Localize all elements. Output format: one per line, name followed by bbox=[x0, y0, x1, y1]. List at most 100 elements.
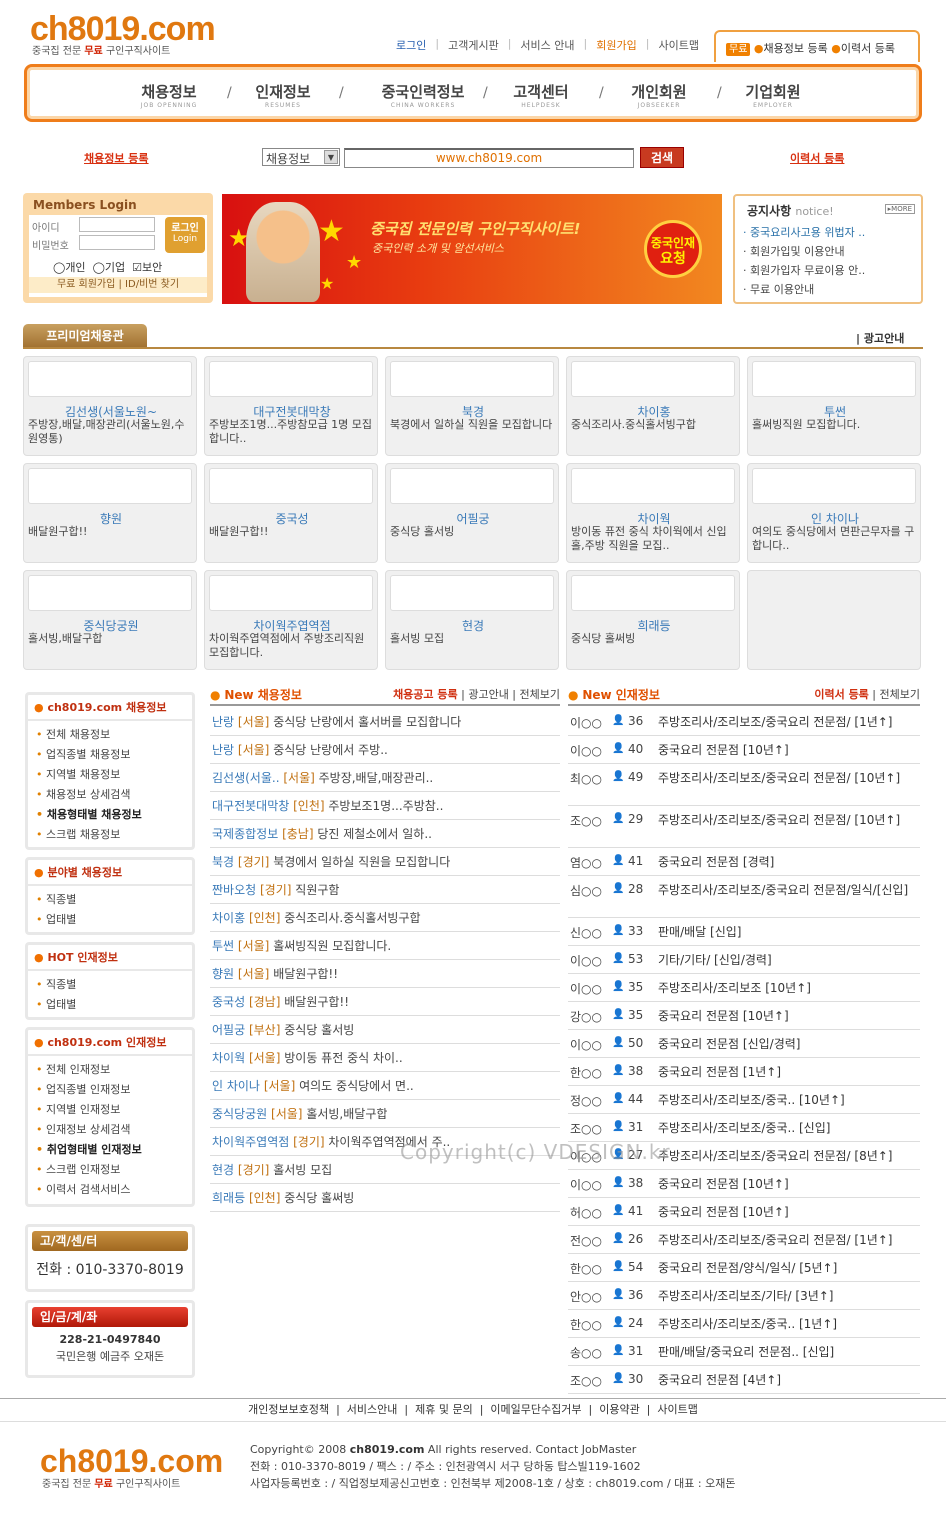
talent-job[interactable]: 주방조리사/조리보조/중국.. [신입] bbox=[658, 1119, 918, 1137]
nav-jobs[interactable]: 채용정보 JOB OPENNING bbox=[119, 81, 219, 109]
footer-link[interactable]: 개인정보보호정책 bbox=[248, 1403, 329, 1416]
company-logo[interactable]: banner bbox=[28, 468, 192, 504]
job-row[interactable]: 중식당궁원 [서울] 홀서빙,배달구합 bbox=[210, 1100, 560, 1128]
view-all-talents-link[interactable]: 전체보기 bbox=[880, 688, 920, 701]
company-logo[interactable]: logo-boat bbox=[28, 361, 192, 397]
nav-jobseeker[interactable]: 개인회원 JOBSEEKER bbox=[609, 81, 709, 109]
premium-card[interactable]: small-banner현경홀서빙 모집 bbox=[385, 570, 559, 670]
job-desc[interactable]: 주방보조1명...주방참모급 1명 모집합니다.. bbox=[209, 418, 375, 446]
job-desc[interactable]: 홀써빙직원 모집합니다. bbox=[752, 418, 918, 432]
job-company[interactable]: 김선생(서울.. bbox=[212, 771, 280, 785]
job-title[interactable]: 주방보조1명...주방참.. bbox=[328, 799, 443, 813]
job-company[interactable]: 희래등 bbox=[212, 1191, 245, 1205]
resume-register-link[interactable]: 이력서 등록 bbox=[814, 688, 868, 701]
job-desc[interactable]: 배달원구합!! bbox=[209, 525, 375, 539]
notice-item[interactable]: · 회원가입자 무료이용 안.. bbox=[743, 262, 865, 278]
company-logo[interactable]: banner bbox=[571, 575, 735, 611]
company-logo[interactable]: small-banner bbox=[390, 575, 554, 611]
talent-job[interactable]: 주방조리사/조리보조/중국.. [10년↑] bbox=[658, 1091, 918, 1109]
job-company[interactable]: 차이웍 bbox=[212, 1051, 245, 1065]
job-row[interactable]: 차이홍 [인천] 중식조리사.중식홀서빙구합 bbox=[210, 904, 560, 932]
menu-item[interactable]: 전체 인재정보 bbox=[36, 1060, 184, 1080]
company-logo[interactable]: LOGO bbox=[209, 361, 373, 397]
talent-job[interactable]: 판매/배달/중국요리 전문점.. [신입] bbox=[658, 1343, 918, 1361]
menu-item[interactable]: 이력서 검색서비스 bbox=[36, 1180, 184, 1200]
job-row[interactable]: 향원 [서울] 배달원구합!! bbox=[210, 960, 560, 988]
service-link[interactable]: 서비스 안내 bbox=[520, 37, 574, 53]
company-logo[interactable]: banner bbox=[752, 361, 916, 397]
login-link[interactable]: 로그인 bbox=[396, 37, 426, 53]
search-button[interactable]: 검색 bbox=[640, 147, 684, 168]
job-company[interactable]: 어필궁 bbox=[212, 1023, 245, 1037]
menu-item[interactable]: 지역별 채용정보 bbox=[36, 765, 184, 785]
menu-item[interactable]: 채용정보 상세검색 bbox=[36, 785, 184, 805]
nav-resumes[interactable]: 인재정보 RESUMES bbox=[233, 81, 333, 109]
menu-item[interactable]: 스크랩 인재정보 bbox=[36, 1160, 184, 1180]
talent-job[interactable]: 주방조리사/조리보조/중국요리 전문점/ [1년↑] bbox=[658, 1231, 918, 1249]
job-desc[interactable]: 중식당 홀써빙 bbox=[571, 632, 737, 646]
more-button[interactable]: ▸MORE bbox=[884, 204, 915, 214]
menu-item[interactable]: 인재정보 상세검색 bbox=[36, 1120, 184, 1140]
job-company[interactable]: 차이홍 bbox=[212, 911, 245, 925]
ad-info-link[interactable]: 광고안내 bbox=[468, 688, 508, 701]
job-row[interactable]: 차이웍 [서울] 방이동 퓨전 중식 차이.. bbox=[210, 1044, 560, 1072]
nav-china-workers[interactable]: 중국인력정보 CHINA WORKERS bbox=[363, 81, 483, 109]
job-company[interactable]: 짠바오청 bbox=[212, 883, 256, 897]
premium-card[interactable]: 中國城중국성배달원구합!! bbox=[204, 463, 378, 563]
job-row[interactable]: 어필궁 [부산] 중식당 홀서빙 bbox=[210, 1016, 560, 1044]
job-desc[interactable]: 홀서빙,배달구합 bbox=[28, 632, 194, 646]
premium-tab[interactable]: 프리미엄채용관 bbox=[23, 324, 147, 348]
job-company[interactable]: 난랑 bbox=[212, 743, 234, 757]
talent-job[interactable]: 중국요리 전문점 [경력] bbox=[658, 853, 918, 871]
job-row[interactable]: 투썬 [서울] 홀써빙직원 모집합니다. bbox=[210, 932, 560, 960]
job-row[interactable]: 인 차이나 [서울] 여의도 중식당에서 면.. bbox=[210, 1072, 560, 1100]
company-logo[interactable]: banner bbox=[390, 361, 554, 397]
board-link[interactable]: 고객게시판 bbox=[448, 37, 499, 53]
talent-job[interactable]: 중국요리 전문점/양식/일식/ [5년↑] bbox=[658, 1259, 918, 1277]
job-row[interactable]: 김선생(서울.. [서울] 주방장,배달,매장관리.. bbox=[210, 764, 560, 792]
job-company[interactable]: 향원 bbox=[212, 967, 234, 981]
sitemap-link[interactable]: 사이트맵 bbox=[658, 37, 698, 53]
job-company[interactable]: 투썬 bbox=[212, 939, 234, 953]
talent-row[interactable]: 조○○ 👤 31 주방조리사/조리보조/중국.. [신입] bbox=[568, 1114, 920, 1142]
talent-row[interactable]: 이○○ 👤 35 주방조리사/조리보조 [10년↑] bbox=[568, 974, 920, 1002]
notice-item[interactable]: · 무료 이용안내 bbox=[743, 281, 865, 297]
premium-card[interactable]: banner차이홍중식조리사.중식홀서빙구합 bbox=[566, 356, 740, 456]
notice-item[interactable]: · 중국요리사고용 위법자 .. bbox=[743, 224, 865, 240]
talent-row[interactable]: 한○○ 👤 38 중국요리 전문점 [1년↑] bbox=[568, 1058, 920, 1086]
password-field[interactable] bbox=[79, 235, 155, 250]
job-company[interactable]: 난랑 bbox=[212, 715, 234, 729]
premium-card[interactable]: banner희래등중식당 홀써빙 bbox=[566, 570, 740, 670]
company-logo[interactable]: banner bbox=[571, 361, 735, 397]
job-title[interactable]: 배달원구합!! bbox=[284, 995, 349, 1009]
menu-item[interactable]: 업태별 bbox=[36, 910, 184, 930]
talent-job[interactable]: 중국요리 전문점 [4년↑] bbox=[658, 1371, 918, 1389]
talent-row[interactable]: 이○○ 👤 38 중국요리 전문점 [10년↑] bbox=[568, 1170, 920, 1198]
job-title[interactable]: 북경에서 일하실 직원을 모집합니다 bbox=[273, 855, 450, 869]
talent-job[interactable]: 기타/기타/ [신입/경력] bbox=[658, 951, 918, 969]
talent-row[interactable]: 송○○ 👤 31 판매/배달/중국요리 전문점.. [신입] bbox=[568, 1338, 920, 1366]
job-desc[interactable]: 여의도 중식당에서 면판근무자를 구합니다.. bbox=[752, 525, 918, 553]
menu-item[interactable]: 직종별 bbox=[36, 975, 184, 995]
id-field[interactable] bbox=[79, 217, 155, 232]
job-title[interactable]: 주방장,배달,매장관리.. bbox=[319, 771, 434, 785]
menu-item[interactable]: 업직종별 인재정보 bbox=[36, 1080, 184, 1100]
menu-item[interactable]: 업태별 bbox=[36, 995, 184, 1015]
menu-item[interactable]: 전체 채용정보 bbox=[36, 725, 184, 745]
menu-item[interactable]: 지역별 인재정보 bbox=[36, 1100, 184, 1120]
talent-row[interactable]: 강○○ 👤 35 중국요리 전문점 [10년↑] bbox=[568, 1002, 920, 1030]
footer-link[interactable]: 이용약관 bbox=[599, 1403, 639, 1416]
premium-card[interactable]: banner북경북경에서 일하실 직원을 모집합니다 bbox=[385, 356, 559, 456]
premium-card[interactable]: banner중식당궁원홀서빙,배달구합 bbox=[23, 570, 197, 670]
request-talent-button[interactable]: 중국인재 요청 bbox=[644, 220, 702, 278]
talent-job[interactable]: 판매/배달 [신입] bbox=[658, 923, 918, 941]
job-title[interactable]: 홀써빙직원 모집합니다. bbox=[273, 939, 391, 953]
premium-card[interactable]: 차이웍차이웍방이동 퓨전 중식 차이웍에서 신입 홀,주방 직원을 모집.. bbox=[566, 463, 740, 563]
job-title[interactable]: 방이동 퓨전 중식 차이.. bbox=[284, 1051, 402, 1065]
footer-link[interactable]: 사이트맵 bbox=[657, 1403, 697, 1416]
job-company[interactable]: 북경 bbox=[212, 855, 234, 869]
talent-job[interactable]: 중국요리 전문점 [10년↑] bbox=[658, 1175, 918, 1193]
menu-item[interactable]: 취업형태별 인재정보 bbox=[36, 1140, 184, 1160]
footer-link[interactable]: 제휴 및 문의 bbox=[415, 1403, 473, 1416]
ad-info-link[interactable]: | 광고안내 bbox=[856, 330, 904, 346]
